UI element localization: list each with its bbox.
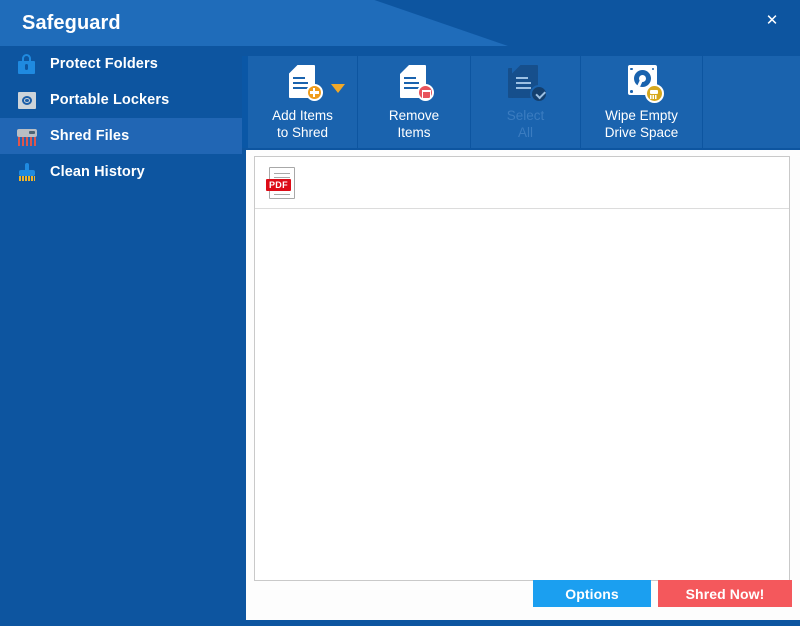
toolbar-button-label: Select All [506, 108, 545, 140]
list-item[interactable]: PDF [255, 157, 789, 209]
shred-now-button[interactable]: Shred Now! [658, 580, 792, 607]
app-title: Safeguard [22, 12, 121, 34]
toolbar-button-label: Wipe Empty Drive Space [604, 108, 679, 140]
add-items-to-shred-button[interactable]: Add Items to Shred [248, 56, 358, 148]
sidebar-item-label: Protect Folders [50, 56, 158, 72]
sidebar: Protect Folders Portable Lockers Shred F… [0, 46, 242, 626]
list-empty-area [255, 209, 789, 261]
harddrive-shred-icon [618, 63, 666, 105]
app-window: Safeguard ✕ Protect Folders Portable Loc… [0, 0, 800, 626]
sidebar-item-protect-folders[interactable]: Protect Folders [0, 46, 242, 82]
document-remove-icon [390, 63, 438, 105]
pdf-badge-label: PDF [266, 178, 291, 191]
documents-check-icon [502, 63, 550, 105]
panel-footer: Options Shred Now! [246, 574, 800, 614]
remove-items-button[interactable]: Remove Items [358, 56, 471, 148]
sidebar-item-label: Clean History [50, 164, 145, 180]
shred-file-list[interactable]: PDF [254, 156, 790, 581]
pdf-file-icon: PDF [266, 166, 295, 199]
toolbar-strip [242, 46, 800, 56]
sidebar-item-clean-history[interactable]: Clean History [0, 154, 242, 190]
sidebar-item-label: Portable Lockers [50, 92, 170, 108]
sidebar-item-label: Shred Files [50, 128, 130, 144]
shredder-icon [14, 123, 40, 149]
main-panel: PrincipalSoftware.org PDF Soft Options S… [242, 148, 800, 626]
chevron-down-icon[interactable] [331, 84, 345, 93]
title-bar: Safeguard ✕ [0, 0, 800, 46]
sidebar-item-portable-lockers[interactable]: Portable Lockers [0, 82, 242, 118]
close-icon[interactable]: ✕ [752, 3, 792, 37]
toolbar: Add Items to Shred Remove Items Select A… [248, 56, 800, 148]
lock-icon [14, 51, 40, 77]
toolbar-button-label: Remove Items [388, 108, 440, 140]
wipe-empty-drive-space-button[interactable]: Wipe Empty Drive Space [581, 56, 703, 148]
sidebar-item-shred-files[interactable]: Shred Files [0, 118, 242, 154]
brush-icon [14, 159, 40, 185]
toolbar-button-label: Add Items to Shred [272, 108, 333, 140]
safe-icon [14, 87, 40, 113]
select-all-button: Select All [471, 56, 581, 148]
document-add-icon [279, 63, 327, 105]
options-button[interactable]: Options [533, 580, 651, 607]
